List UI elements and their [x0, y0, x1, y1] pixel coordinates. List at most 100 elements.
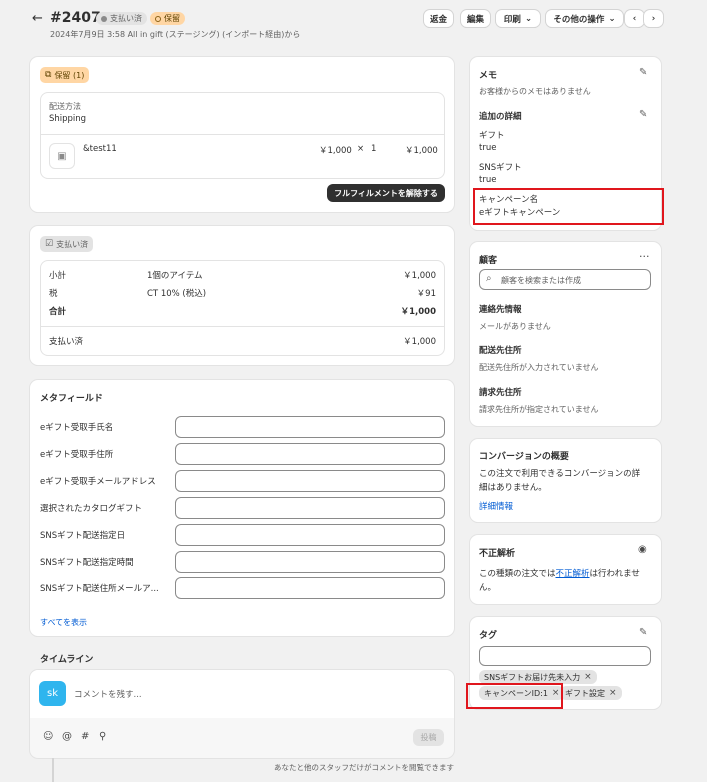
image-placeholder-icon: ▣	[57, 150, 67, 162]
conversion-text-line1: この注文で利用できるコンバージョンの詳	[479, 469, 641, 479]
fulfillment-hold-badge: ⧉ 保留 (1)	[40, 67, 90, 83]
customer-title: 顧客	[479, 256, 498, 266]
campaign-highlight-box	[473, 188, 664, 225]
subtotal-value: ￥1,000	[403, 271, 436, 281]
sns-gift-value: true	[479, 175, 497, 185]
remove-tag-icon[interactable]: ×	[609, 688, 617, 698]
shipping-address-value: 配送先住所が入力されていません	[479, 363, 599, 372]
tags-title: タグ	[479, 631, 498, 641]
product-name[interactable]: &test11	[83, 144, 117, 154]
avatar: sk	[39, 681, 66, 706]
campaign-tag-highlight-box	[466, 683, 563, 709]
mention-icon[interactable]: @	[62, 731, 72, 742]
show-all-link[interactable]: すべてを表示	[40, 617, 87, 628]
tag-input[interactable]	[479, 646, 651, 666]
timeline-title: タイムライン	[40, 655, 94, 665]
shipping-method-label: 配送方法	[49, 102, 81, 111]
fulfillment-inner-box	[40, 92, 445, 179]
total-label: 合計	[49, 307, 67, 317]
billing-address-value: 請求先住所が指定されていません	[479, 405, 599, 414]
eye-icon[interactable]: ◉	[638, 544, 647, 555]
post-button[interactable]: 投稿	[413, 729, 444, 746]
tag-chip: SNSギフトお届け先未入力 ×	[479, 670, 597, 684]
fraud-text-line1: この種類の注文では不正解析は行われませ	[479, 569, 640, 579]
product-qty: 1	[371, 144, 377, 154]
gift-value: true	[479, 143, 497, 153]
fraud-analysis-link[interactable]: 不正解析	[556, 569, 590, 579]
conversion-details-link[interactable]: 詳細情報	[479, 500, 513, 512]
paid-value: ￥1,000	[403, 337, 436, 347]
divider	[40, 326, 445, 327]
payment-inner-box	[40, 260, 445, 356]
tag-chip: ギフト設定 ×	[560, 686, 622, 700]
hashtag-icon[interactable]: #	[81, 731, 89, 742]
total-value: ￥1,000	[400, 307, 436, 317]
product-price: ￥1,000	[319, 146, 352, 156]
metafield-input[interactable]	[175, 470, 445, 492]
tax-desc: CT 10% (税込)	[147, 289, 207, 299]
gift-label: ギフト	[479, 131, 505, 141]
contact-title: 連絡先情報	[479, 305, 522, 315]
subtotal-label: 小計	[49, 271, 67, 281]
paid-label: 支払い済	[49, 337, 84, 347]
metafield-label: eギフト受取手メールアドレス	[40, 477, 156, 487]
metafield-input[interactable]	[175, 577, 445, 599]
fraud-title: 不正解析	[479, 549, 516, 559]
metafield-label: SNSギフト配送指定時間	[40, 558, 134, 568]
chevron-right-icon: ›	[651, 13, 656, 24]
conversion-title: コンバージョンの概要	[479, 452, 569, 462]
contact-value: メールがありません	[479, 322, 551, 331]
prev-order-button[interactable]: ‹	[625, 10, 644, 27]
checkbox-icon: ☑	[45, 239, 54, 249]
divider	[40, 134, 445, 135]
print-button[interactable]: 印刷 ⌄	[496, 10, 540, 27]
remove-tag-icon[interactable]: ×	[584, 672, 592, 682]
chevron-down-icon: ⌄	[524, 13, 533, 24]
sns-gift-label: SNSギフト	[479, 163, 522, 173]
metafield-label: eギフト受取手氏名	[40, 423, 114, 433]
release-fulfillment-button[interactable]: フルフィルメントを解除する	[327, 184, 445, 202]
notes-empty: お客様からのメモはありません	[479, 87, 591, 96]
additional-details-title: 追加の詳細	[479, 112, 522, 122]
attach-link-icon[interactable]: ⚲	[99, 731, 106, 742]
metafield-input[interactable]	[175, 497, 445, 519]
hold-status-badge: 保留	[150, 12, 185, 25]
pencil-icon[interactable]: ✎	[639, 109, 647, 120]
more-actions-button[interactable]: その他の操作 ⌄	[546, 10, 623, 27]
conversion-text-line2: 細はありません。	[479, 483, 547, 493]
hold-ring-icon	[155, 15, 161, 22]
fraud-text-line2: ん。	[479, 583, 497, 593]
tax-value: ￥91	[416, 289, 436, 299]
chevron-left-icon: ‹	[632, 13, 637, 24]
next-order-button[interactable]: ›	[644, 10, 663, 27]
shipping-address-title: 配送先住所	[479, 346, 522, 356]
subtotal-desc: 1個のアイテム	[147, 271, 203, 281]
emoji-icon[interactable]: ☺	[43, 731, 53, 742]
metafield-input[interactable]	[175, 443, 445, 465]
box-hold-icon: ⧉	[45, 70, 52, 80]
metafields-title: メタフィールド	[40, 394, 103, 404]
ellipsis-icon[interactable]: ···	[639, 250, 650, 263]
pencil-icon[interactable]: ✎	[639, 627, 647, 638]
refund-button[interactable]: 返金	[424, 10, 453, 27]
metafield-input[interactable]	[175, 551, 445, 573]
customer-search-placeholder: 顧客を検索または作成	[501, 276, 581, 285]
shipping-method-value: Shipping	[49, 114, 87, 124]
product-thumbnail: ▣	[49, 143, 75, 169]
back-arrow-icon[interactable]: ←	[32, 11, 43, 26]
metafield-label: SNSギフト配送住所メールア...	[40, 584, 159, 594]
notes-title: メモ	[479, 71, 498, 81]
search-icon: ⌕	[486, 273, 492, 284]
payment-paid-badge: ☑ 支払い済	[40, 236, 94, 252]
product-times: ×	[357, 144, 365, 154]
customer-search-input[interactable]: ⌕ 顧客を検索または作成	[479, 269, 651, 290]
pencil-icon[interactable]: ✎	[639, 67, 647, 78]
comment-placeholder[interactable]: コメントを残す...	[74, 688, 142, 700]
tax-label: 税	[49, 289, 58, 299]
comment-visibility-note: あなたと他のスタッフだけがコメントを閲覧できます	[274, 763, 454, 772]
timeline-line	[52, 758, 54, 782]
chevron-down-icon: ⌄	[608, 13, 616, 24]
metafield-input[interactable]	[175, 524, 445, 546]
metafield-input[interactable]	[175, 416, 445, 438]
edit-button[interactable]: 編集	[461, 10, 490, 27]
